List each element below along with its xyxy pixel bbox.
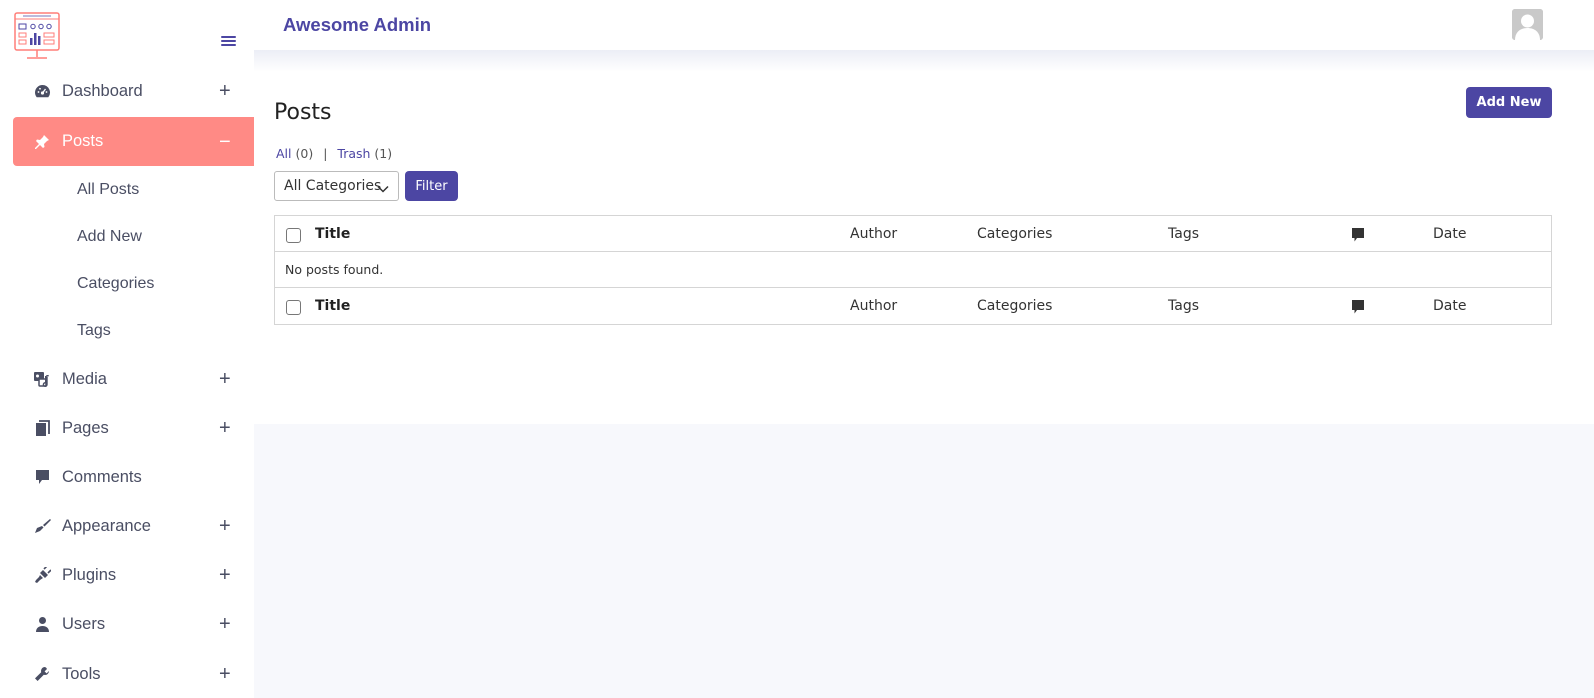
column-footer-author: Author [850,298,898,314]
sidebar-subitem-tags[interactable]: Tags [77,322,111,340]
sidebar-item-users[interactable]: Users + [13,602,254,646]
sidebar: Dashboard + Posts − All Posts Add New Ca… [0,0,254,698]
view-trash-link[interactable]: Trash [337,146,370,161]
expand-icon[interactable]: + [219,516,231,536]
table-row: No posts found. [275,252,1551,288]
sidebar-item-label: Plugins [62,565,117,584]
plug-icon [33,566,51,584]
wrench-icon [33,665,51,683]
sidebar-item-dashboard[interactable]: Dashboard + [13,69,254,113]
sidebar-subitem-add-new[interactable]: Add New [77,228,142,246]
media-icon [33,370,51,388]
sidebar-item-label: Posts [62,132,104,150]
column-footer-title[interactable]: Title [315,298,350,314]
comments-icon[interactable] [1351,299,1365,319]
pin-icon [33,133,51,151]
filter-button[interactable]: Filter [405,171,458,201]
app-title[interactable]: Awesome Admin [283,14,431,36]
sidebar-item-label: Users [62,614,106,633]
expand-icon[interactable]: + [219,565,231,585]
dashboard-icon [33,82,51,100]
column-footer-date[interactable]: Date [1433,298,1466,314]
sidebar-item-plugins[interactable]: Plugins + [13,553,254,597]
top-bar: Awesome Admin [254,0,1594,50]
view-all-count: (0) [295,146,314,161]
collapse-icon[interactable]: − [219,132,231,152]
column-header-tags: Tags [1168,226,1199,242]
sidebar-item-label: Dashboard [62,81,143,100]
sidebar-item-label: Tools [62,664,101,683]
column-header-date[interactable]: Date [1433,226,1466,242]
column-footer-tags: Tags [1168,298,1199,314]
post-status-views: All (0) | Trash (1) [276,146,392,161]
sidebar-subitem-all-posts[interactable]: All Posts [77,181,139,199]
category-select-value: All Categories [284,178,382,194]
column-header-author: Author [850,226,898,242]
expand-icon[interactable]: + [219,81,231,101]
sidebar-item-posts[interactable]: Posts − [13,117,254,166]
view-all-link[interactable]: All [276,146,292,161]
brush-icon [33,517,51,535]
sidebar-item-label: Appearance [62,516,151,535]
column-header-title[interactable]: Title [315,226,350,242]
avatar[interactable] [1512,9,1543,40]
sidebar-subitem-categories[interactable]: Categories [77,275,154,293]
comments-icon[interactable] [1351,227,1365,247]
expand-icon[interactable]: + [219,614,231,634]
sidebar-item-label: Media [62,369,107,388]
column-header-categories: Categories [977,226,1053,242]
expand-icon[interactable]: + [219,369,231,389]
table-header-row: Title Author Categories Tags Date [275,216,1551,252]
sidebar-item-comments[interactable]: Comments [13,455,254,499]
column-footer-categories: Categories [977,298,1053,314]
view-trash-count: (1) [374,146,393,161]
sidebar-item-media[interactable]: Media + [13,357,254,401]
user-icon [33,615,51,633]
header-shadow [254,50,1594,72]
sidebar-item-label: Comments [62,467,142,486]
app-logo[interactable] [13,11,61,63]
pages-icon [33,419,51,437]
sidebar-item-label: Pages [62,418,109,437]
sidebar-item-pages[interactable]: Pages + [13,406,254,450]
comment-icon [33,468,51,486]
sidebar-item-appearance[interactable]: Appearance + [13,504,254,548]
table-footer-row: Title Author Categories Tags Date [275,288,1551,324]
select-all-checkbox[interactable] [286,300,301,315]
category-select[interactable]: All Categories [274,171,399,201]
empty-message: No posts found. [285,262,384,277]
sidebar-item-tools[interactable]: Tools + [13,652,254,696]
chevron-down-icon [377,181,389,197]
expand-icon[interactable]: + [219,664,231,684]
menu-toggle-icon[interactable] [221,36,236,48]
posts-table: Title Author Categories Tags Date No pos… [274,215,1552,325]
view-separator: | [323,146,328,161]
expand-icon[interactable]: + [219,418,231,438]
add-new-button[interactable]: Add New [1466,87,1552,118]
select-all-checkbox[interactable] [286,228,301,243]
page-title: Posts [274,100,332,125]
